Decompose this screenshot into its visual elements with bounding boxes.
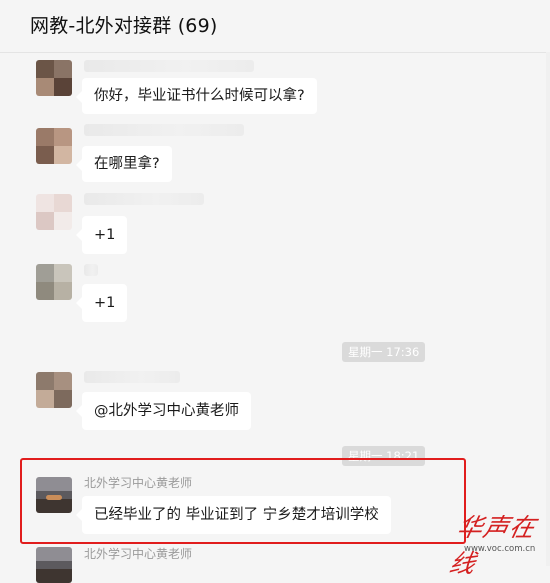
sender-name-blurred [84,60,254,72]
sender-name[interactable]: 北外学习中心黄老师 [84,545,192,562]
message-bubble[interactable]: 已经毕业了的 毕业证到了 宁乡楚才培训学校 [76,496,391,534]
avatar[interactable] [36,372,72,408]
avatar[interactable] [36,194,72,230]
message-bubble[interactable]: +1 [75,216,128,254]
sender-name[interactable]: 北外学习中心黄老师 [84,474,192,491]
message-text: 已经毕业了的 毕业证到了 宁乡楚才培训学校 [94,507,379,523]
chat-header: 网教-北外对接群 (69) [0,0,550,53]
avatar[interactable] [36,60,72,96]
message-bubble[interactable]: 在哪里拿? [76,146,172,182]
message-text: +1 [94,295,116,311]
sender-name-blurred [84,124,244,136]
message-bubble[interactable]: 你好，毕业证书什么时候可以拿? [76,78,317,114]
message-text: 你好，毕业证书什么时候可以拿? [94,88,305,104]
avatar[interactable] [36,128,72,164]
message-text: +1 [94,227,116,243]
chat-title[interactable]: 网教-北外对接群 (69) [30,11,218,38]
scrollbar[interactable] [546,52,550,566]
message-bubble[interactable]: @北外学习中心黄老师 [76,392,251,430]
sender-name-blurred [84,193,204,205]
watermark-url: www.voc.com.cn [464,544,536,554]
message-bubble[interactable]: +1 [75,284,128,322]
message-text: @北外学习中心黄老师 [94,403,239,419]
avatar-landscape[interactable] [36,547,72,583]
avatar-landscape[interactable] [36,477,72,513]
message-text: 在哪里拿? [94,156,160,172]
timestamp: 星期一 17:36 [342,342,426,362]
sender-name-blurred [84,371,180,383]
watermark-logo: 华声在线 www.voc.com.cn [446,500,546,578]
sender-name-blurred [84,264,98,276]
avatar[interactable] [36,264,72,300]
